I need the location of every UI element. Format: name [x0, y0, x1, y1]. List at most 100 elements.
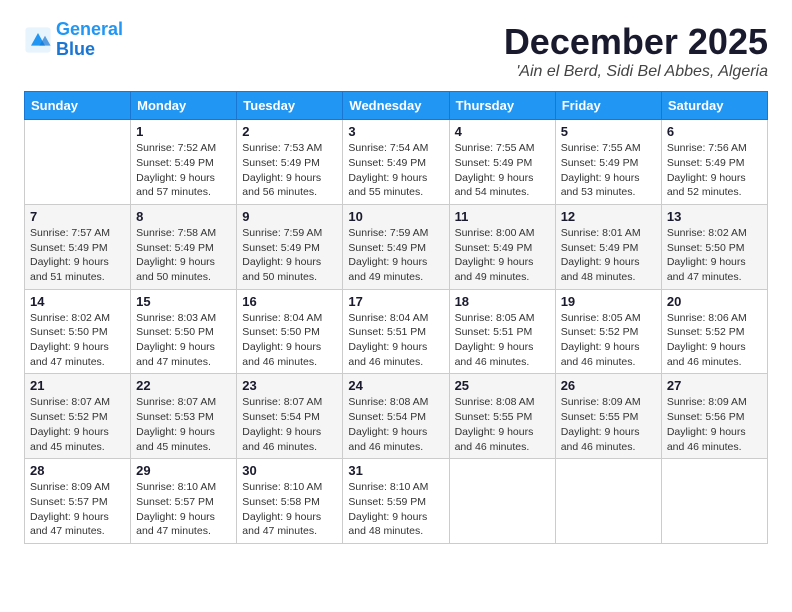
weekday-header-monday: Monday [131, 92, 237, 120]
weekday-header-friday: Friday [555, 92, 661, 120]
day-number: 1 [136, 124, 231, 139]
day-info: Sunrise: 7:55 AMSunset: 5:49 PMDaylight:… [455, 141, 550, 200]
day-info: Sunrise: 8:07 AMSunset: 5:53 PMDaylight:… [136, 395, 231, 454]
calendar-cell: 10 Sunrise: 7:59 AMSunset: 5:49 PMDayligh… [343, 204, 449, 289]
day-info: Sunrise: 8:10 AMSunset: 5:57 PMDaylight:… [136, 480, 231, 539]
day-number: 29 [136, 463, 231, 478]
day-info: Sunrise: 7:59 AMSunset: 5:49 PMDaylight:… [242, 226, 337, 285]
calendar-cell: 7 Sunrise: 7:57 AMSunset: 5:49 PMDaylight… [25, 204, 131, 289]
day-info: Sunrise: 8:04 AMSunset: 5:50 PMDaylight:… [242, 311, 337, 370]
header-right: December 2025 'Ain el Berd, Sidi Bel Abb… [504, 20, 768, 81]
calendar-cell: 15 Sunrise: 8:03 AMSunset: 5:50 PMDayligh… [131, 289, 237, 374]
calendar-cell: 5 Sunrise: 7:55 AMSunset: 5:49 PMDaylight… [555, 120, 661, 205]
day-number: 6 [667, 124, 762, 139]
day-info: Sunrise: 8:01 AMSunset: 5:49 PMDaylight:… [561, 226, 656, 285]
calendar-cell: 25 Sunrise: 8:08 AMSunset: 5:55 PMDayligh… [449, 374, 555, 459]
calendar-cell: 26Sunrise: 8:09 AMSunset: 5:55 PMDayligh… [555, 374, 661, 459]
calendar-cell [449, 459, 555, 544]
day-info: Sunrise: 8:00 AMSunset: 5:49 PMDaylight:… [455, 226, 550, 285]
day-number: 5 [561, 124, 656, 139]
day-info: Sunrise: 8:10 AMSunset: 5:59 PMDaylight:… [348, 480, 443, 539]
calendar-cell: 3 Sunrise: 7:54 AMSunset: 5:49 PMDaylight… [343, 120, 449, 205]
calendar-cell: 23 Sunrise: 8:07 AMSunset: 5:54 PMDayligh… [237, 374, 343, 459]
day-number: 2 [242, 124, 337, 139]
day-number: 15 [136, 294, 231, 309]
calendar-cell: 27 Sunrise: 8:09 AMSunset: 5:56 PMDayligh… [661, 374, 767, 459]
weekday-header-row: SundayMondayTuesdayWednesdayThursdayFrid… [25, 92, 768, 120]
week-row-4: 21 Sunrise: 8:07 AMSunset: 5:52 PMDayligh… [25, 374, 768, 459]
day-number: 7 [30, 209, 125, 224]
day-number: 13 [667, 209, 762, 224]
day-info: Sunrise: 7:55 AMSunset: 5:49 PMDaylight:… [561, 141, 656, 200]
calendar-table: SundayMondayTuesdayWednesdayThursdayFrid… [24, 91, 768, 544]
calendar-cell: 11Sunrise: 8:00 AMSunset: 5:49 PMDayligh… [449, 204, 555, 289]
calendar-cell: 13 Sunrise: 8:02 AMSunset: 5:50 PMDayligh… [661, 204, 767, 289]
calendar-cell: 8Sunrise: 7:58 AMSunset: 5:49 PMDaylight… [131, 204, 237, 289]
calendar-cell: 14 Sunrise: 8:02 AMSunset: 5:50 PMDayligh… [25, 289, 131, 374]
day-info: Sunrise: 7:53 AMSunset: 5:49 PMDaylight:… [242, 141, 337, 200]
day-info: Sunrise: 8:06 AMSunset: 5:52 PMDaylight:… [667, 311, 762, 370]
day-info: Sunrise: 8:04 AMSunset: 5:51 PMDaylight:… [348, 311, 443, 370]
day-number: 3 [348, 124, 443, 139]
calendar-cell: 21 Sunrise: 8:07 AMSunset: 5:52 PMDayligh… [25, 374, 131, 459]
weekday-header-sunday: Sunday [25, 92, 131, 120]
calendar-cell: 18Sunrise: 8:05 AMSunset: 5:51 PMDayligh… [449, 289, 555, 374]
calendar-cell: 12 Sunrise: 8:01 AMSunset: 5:49 PMDayligh… [555, 204, 661, 289]
day-number: 27 [667, 378, 762, 393]
calendar-cell: 31 Sunrise: 8:10 AMSunset: 5:59 PMDayligh… [343, 459, 449, 544]
day-info: Sunrise: 8:08 AMSunset: 5:54 PMDaylight:… [348, 395, 443, 454]
day-number: 10 [348, 209, 443, 224]
day-info: Sunrise: 8:05 AMSunset: 5:52 PMDaylight:… [561, 311, 656, 370]
day-info: Sunrise: 8:03 AMSunset: 5:50 PMDaylight:… [136, 311, 231, 370]
month-title: December 2025 [504, 20, 768, 63]
calendar-cell: 24 Sunrise: 8:08 AMSunset: 5:54 PMDayligh… [343, 374, 449, 459]
calendar-cell: 1 Sunrise: 7:52 AMSunset: 5:49 PMDaylight… [131, 120, 237, 205]
day-info: Sunrise: 7:57 AMSunset: 5:49 PMDaylight:… [30, 226, 125, 285]
calendar-cell [555, 459, 661, 544]
day-info: Sunrise: 8:07 AMSunset: 5:54 PMDaylight:… [242, 395, 337, 454]
day-info: Sunrise: 7:54 AMSunset: 5:49 PMDaylight:… [348, 141, 443, 200]
calendar-cell: 4Sunrise: 7:55 AMSunset: 5:49 PMDaylight… [449, 120, 555, 205]
calendar-cell: 19 Sunrise: 8:05 AMSunset: 5:52 PMDayligh… [555, 289, 661, 374]
day-number: 28 [30, 463, 125, 478]
location-title: 'Ain el Berd, Sidi Bel Abbes, Algeria [504, 63, 768, 81]
day-info: Sunrise: 8:10 AMSunset: 5:58 PMDaylight:… [242, 480, 337, 539]
calendar-cell: 20 Sunrise: 8:06 AMSunset: 5:52 PMDayligh… [661, 289, 767, 374]
day-info: Sunrise: 8:09 AMSunset: 5:55 PMDaylight:… [561, 395, 656, 454]
day-number: 24 [348, 378, 443, 393]
day-number: 30 [242, 463, 337, 478]
day-number: 14 [30, 294, 125, 309]
week-row-3: 14 Sunrise: 8:02 AMSunset: 5:50 PMDayligh… [25, 289, 768, 374]
day-info: Sunrise: 8:02 AMSunset: 5:50 PMDaylight:… [667, 226, 762, 285]
calendar-cell: 2 Sunrise: 7:53 AMSunset: 5:49 PMDaylight… [237, 120, 343, 205]
calendar-cell [25, 120, 131, 205]
weekday-header-wednesday: Wednesday [343, 92, 449, 120]
day-number: 22 [136, 378, 231, 393]
day-number: 21 [30, 378, 125, 393]
day-info: Sunrise: 7:59 AMSunset: 5:49 PMDaylight:… [348, 226, 443, 285]
week-row-5: 28 Sunrise: 8:09 AMSunset: 5:57 PMDayligh… [25, 459, 768, 544]
calendar-cell: 30 Sunrise: 8:10 AMSunset: 5:58 PMDayligh… [237, 459, 343, 544]
day-info: Sunrise: 8:08 AMSunset: 5:55 PMDaylight:… [455, 395, 550, 454]
day-number: 19 [561, 294, 656, 309]
day-number: 12 [561, 209, 656, 224]
day-info: Sunrise: 7:56 AMSunset: 5:49 PMDaylight:… [667, 141, 762, 200]
day-number: 31 [348, 463, 443, 478]
day-info: Sunrise: 7:52 AMSunset: 5:49 PMDaylight:… [136, 141, 231, 200]
day-info: Sunrise: 7:58 AMSunset: 5:49 PMDaylight:… [136, 226, 231, 285]
day-number: 20 [667, 294, 762, 309]
weekday-header-thursday: Thursday [449, 92, 555, 120]
week-row-1: 1 Sunrise: 7:52 AMSunset: 5:49 PMDaylight… [25, 120, 768, 205]
day-info: Sunrise: 8:07 AMSunset: 5:52 PMDaylight:… [30, 395, 125, 454]
day-number: 23 [242, 378, 337, 393]
day-info: Sunrise: 8:09 AMSunset: 5:56 PMDaylight:… [667, 395, 762, 454]
calendar-cell: 6 Sunrise: 7:56 AMSunset: 5:49 PMDaylight… [661, 120, 767, 205]
day-number: 17 [348, 294, 443, 309]
calendar-cell: 22 Sunrise: 8:07 AMSunset: 5:53 PMDayligh… [131, 374, 237, 459]
calendar-cell: 9Sunrise: 7:59 AMSunset: 5:49 PMDaylight… [237, 204, 343, 289]
day-number: 16 [242, 294, 337, 309]
week-row-2: 7 Sunrise: 7:57 AMSunset: 5:49 PMDaylight… [25, 204, 768, 289]
day-info: Sunrise: 8:09 AMSunset: 5:57 PMDaylight:… [30, 480, 125, 539]
day-number: 25 [455, 378, 550, 393]
day-info: Sunrise: 8:02 AMSunset: 5:50 PMDaylight:… [30, 311, 125, 370]
